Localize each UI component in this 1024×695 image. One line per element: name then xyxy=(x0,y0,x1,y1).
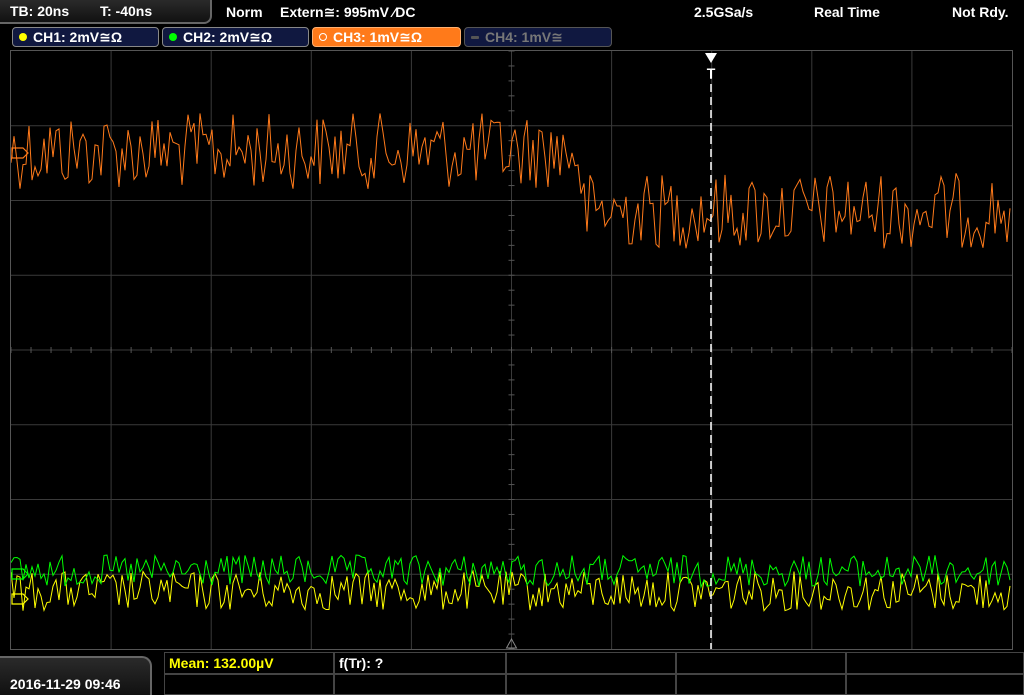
waveform-svg[interactable]: T xyxy=(10,50,1013,650)
acquisition-state-label: Not Rdy. xyxy=(952,4,1009,20)
channel-2-dot-icon xyxy=(169,33,177,41)
measurement-cell-empty-3[interactable] xyxy=(846,652,1024,674)
measurement-cell-empty-7[interactable] xyxy=(676,674,846,695)
datetime-box: 2016-11-29 09:46 xyxy=(0,656,152,695)
channel-3-trace xyxy=(10,113,1011,249)
channel-bar: CH1: 2mV≅Ω CH2: 2mV≅Ω CH3: 1mV≅Ω CH4: 1m… xyxy=(0,26,1024,50)
mean-measurement: Mean: 132.00µV xyxy=(169,655,274,671)
acquisition-mode-label: Real Time xyxy=(814,4,880,20)
channel-1-trace xyxy=(10,569,1011,613)
trigger-time-label: T: -40ns xyxy=(100,3,153,19)
measurement-cell-mean[interactable]: Mean: 132.00µV xyxy=(164,652,334,674)
channel-3-dot-icon xyxy=(319,33,327,41)
status-bar: TB: 20ns T: -40ns Norm Extern≅: 995mV ⁄D… xyxy=(0,0,1024,24)
channel-1-label: CH1: 2mV≅Ω xyxy=(33,29,123,45)
channel-2-tab[interactable]: CH2: 2mV≅Ω xyxy=(162,27,309,47)
waveform-display[interactable]: T xyxy=(10,50,1013,650)
measurement-cell-empty-8[interactable] xyxy=(846,674,1024,695)
ftr-measurement: f(Tr): ? xyxy=(339,655,384,671)
channel-3-marker-icon xyxy=(11,147,29,159)
trigger-source-label[interactable]: Extern≅: 995mV ⁄DC xyxy=(280,4,415,21)
channel-4-tab[interactable]: CH4: 1mV≅ xyxy=(464,27,612,47)
bottom-bar: 2016-11-29 09:46 Mean: 132.00µV f(Tr): ? xyxy=(0,652,1024,695)
trigger-label: T xyxy=(707,65,716,81)
channel-4-dash-icon xyxy=(471,36,479,39)
channel-1-tab[interactable]: CH1: 2mV≅Ω xyxy=(12,27,159,47)
measurement-cell-empty-4[interactable] xyxy=(164,674,334,695)
trigger-mode-label[interactable]: Norm xyxy=(226,4,263,20)
trigger-marker[interactable]: T xyxy=(705,53,717,649)
sample-rate-label: 2.5GSa/s xyxy=(694,4,754,20)
measurement-cell-empty-1[interactable] xyxy=(506,652,676,674)
channel-4-label: CH4: 1mV≅ xyxy=(485,29,563,45)
channel-3-tab[interactable]: CH3: 1mV≅Ω xyxy=(312,27,461,47)
timebase-box[interactable]: TB: 20ns T: -40ns xyxy=(0,0,212,24)
channel-2-label: CH2: 2mV≅Ω xyxy=(183,29,273,45)
measurement-cell-empty-6[interactable] xyxy=(506,674,676,695)
trigger-arrow-icon xyxy=(705,53,717,63)
timebase-label: TB: 20ns xyxy=(10,3,70,19)
measurement-cell-empty-2[interactable] xyxy=(676,652,846,674)
measurement-panel: Mean: 132.00µV f(Tr): ? xyxy=(164,652,1024,695)
channel-3-label: CH3: 1mV≅Ω xyxy=(333,29,423,45)
measurement-cell-empty-5[interactable] xyxy=(334,674,506,695)
channel-1-dot-icon xyxy=(19,33,27,41)
waveforms xyxy=(10,113,1011,613)
datetime-label: 2016-11-29 09:46 xyxy=(10,676,121,692)
measurement-cell-ftr[interactable]: f(Tr): ? xyxy=(334,652,506,674)
